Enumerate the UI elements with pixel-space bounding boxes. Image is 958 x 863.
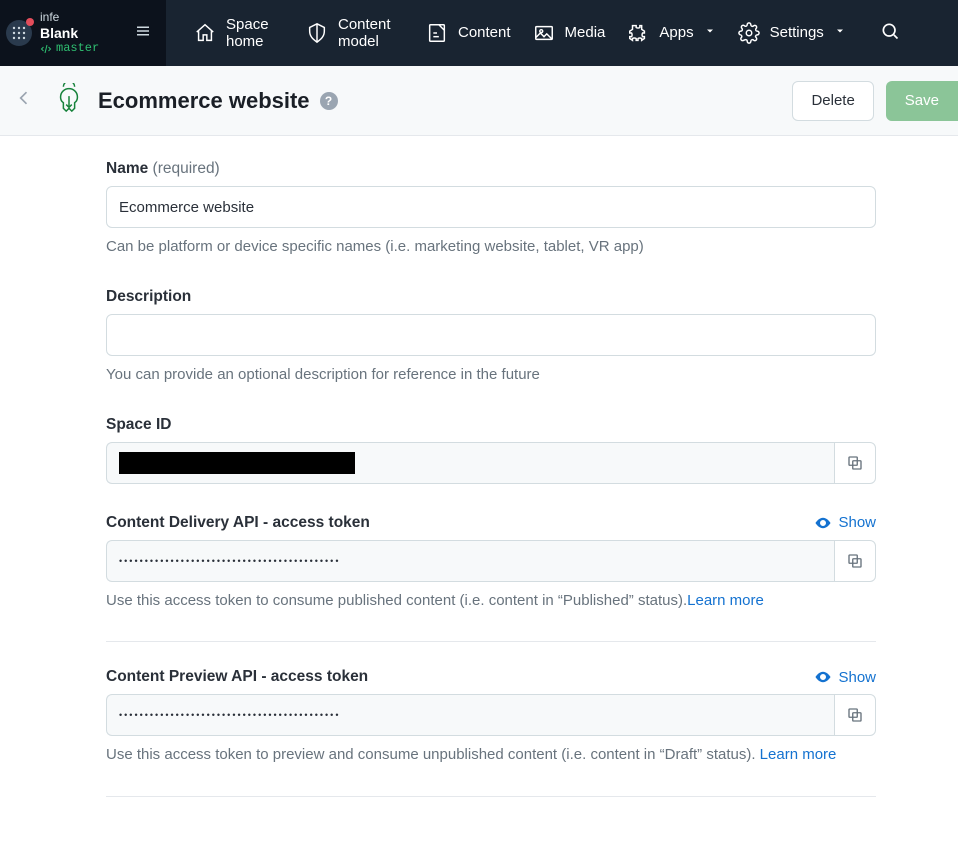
cda-show-button[interactable]: Show xyxy=(814,514,876,532)
space-switcher[interactable]: infe Blank master xyxy=(0,0,166,66)
space-id-label: Space ID xyxy=(106,416,171,434)
notification-dot xyxy=(26,18,34,26)
copy-space-id-button[interactable] xyxy=(834,442,876,484)
chevron-down-icon xyxy=(704,24,716,41)
name-input[interactable] xyxy=(106,186,876,228)
content-icon xyxy=(426,22,448,44)
delete-button[interactable]: Delete xyxy=(792,81,873,121)
cda-label: Content Delivery API - access token xyxy=(106,514,370,532)
top-nav: infe Blank master Space home Content mod… xyxy=(0,0,958,66)
apps-icon xyxy=(627,22,649,44)
eye-icon xyxy=(814,514,832,532)
required-hint: (required) xyxy=(153,160,220,177)
field-name: Name (required) Can be platform or devic… xyxy=(106,160,876,258)
form: Name (required) Can be platform or devic… xyxy=(0,136,900,863)
field-description: Description You can provide an optional … xyxy=(106,288,876,386)
page-title: Ecommerce website ? xyxy=(98,88,338,114)
field-cpa-token: Content Preview API - access token Show … xyxy=(106,668,876,766)
page-header: Ecommerce website ? Delete Save xyxy=(0,66,958,136)
model-icon xyxy=(306,22,328,44)
home-icon xyxy=(194,22,216,44)
save-button[interactable]: Save xyxy=(886,81,958,121)
cpa-helper: Use this access token to preview and con… xyxy=(106,744,876,766)
name-helper: Can be platform or device specific names… xyxy=(106,236,876,258)
copy-cpa-button[interactable] xyxy=(834,694,876,736)
hamburger-icon[interactable] xyxy=(130,18,156,49)
description-label: Description xyxy=(106,288,191,306)
back-button[interactable] xyxy=(8,78,40,123)
org-logo xyxy=(6,20,32,46)
search-icon[interactable] xyxy=(880,21,930,46)
copy-cda-button[interactable] xyxy=(834,540,876,582)
main-nav: Space home Content model Content Media A… xyxy=(166,0,958,66)
description-input[interactable] xyxy=(106,314,876,356)
eye-icon xyxy=(814,668,832,686)
gear-icon xyxy=(738,22,760,44)
nav-content-model[interactable]: Content model xyxy=(306,16,404,51)
space-name: Blank xyxy=(40,25,122,42)
field-cda-token: Content Delivery API - access token Show… xyxy=(106,514,876,612)
api-key-icon xyxy=(54,83,84,118)
cpa-token-value[interactable]: ••••••••••••••••••••••••••••••••••••••••… xyxy=(106,694,834,736)
help-icon[interactable]: ? xyxy=(320,92,338,110)
cpa-label: Content Preview API - access token xyxy=(106,668,368,686)
description-helper: You can provide an optional description … xyxy=(106,364,876,386)
media-icon xyxy=(533,22,555,44)
nav-space-home[interactable]: Space home xyxy=(194,16,284,51)
nav-content[interactable]: Content xyxy=(426,22,511,44)
nav-apps[interactable]: Apps xyxy=(627,22,715,44)
env-name: master xyxy=(40,41,122,55)
chevron-down-icon xyxy=(834,24,846,41)
redacted-block xyxy=(119,452,355,474)
cda-helper: Use this access token to consume publish… xyxy=(106,590,876,612)
cda-token-value[interactable]: ••••••••••••••••••••••••••••••••••••••••… xyxy=(106,540,834,582)
cda-learn-more-link[interactable]: Learn more xyxy=(687,592,764,609)
cpa-learn-more-link[interactable]: Learn more xyxy=(760,746,837,763)
cpa-show-button[interactable]: Show xyxy=(814,668,876,686)
nav-media[interactable]: Media xyxy=(533,22,606,44)
space-id-value[interactable] xyxy=(106,442,834,484)
field-space-id: Space ID xyxy=(106,416,876,484)
divider xyxy=(106,796,876,797)
divider xyxy=(106,641,876,642)
name-label: Name xyxy=(106,160,148,177)
nav-settings[interactable]: Settings xyxy=(738,22,846,44)
org-name: infe xyxy=(40,10,122,24)
